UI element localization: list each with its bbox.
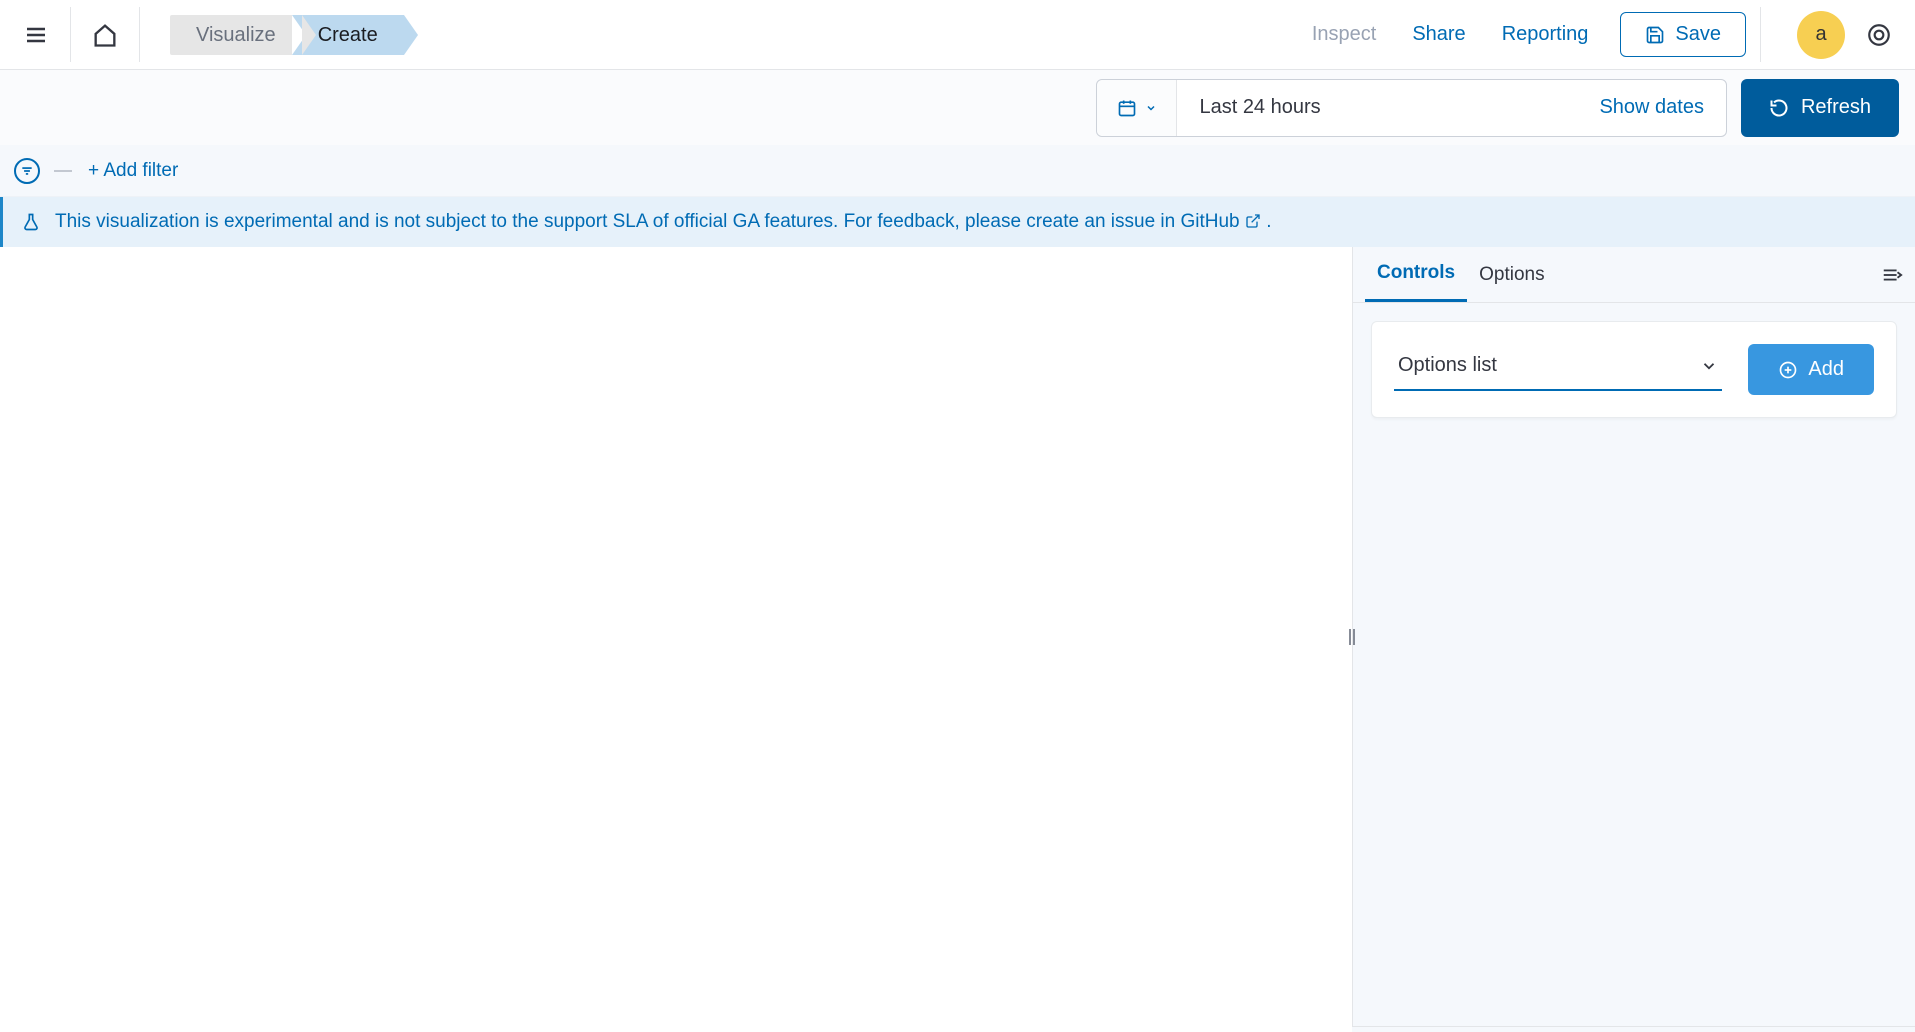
add-control-button[interactable]: Add	[1748, 344, 1874, 395]
divider	[54, 170, 72, 172]
breadcrumb: Visualize Create	[170, 0, 404, 69]
refresh-button[interactable]: Refresh	[1741, 79, 1899, 137]
select-value: Options list	[1398, 354, 1497, 377]
news-icon[interactable]	[1859, 15, 1899, 55]
visualization-canvas	[0, 247, 1352, 1026]
divider	[70, 7, 71, 62]
time-picker[interactable]: Last 24 hours Show dates	[1096, 79, 1727, 137]
show-dates-button[interactable]: Show dates	[1577, 96, 1726, 119]
save-label: Save	[1675, 23, 1721, 46]
chevron-down-icon	[1700, 357, 1718, 375]
tab-options[interactable]: Options	[1467, 247, 1556, 302]
refresh-icon	[1769, 98, 1789, 118]
menu-icon[interactable]	[16, 15, 56, 55]
breadcrumb-visualize[interactable]: Visualize	[170, 15, 302, 55]
add-label: Add	[1808, 358, 1844, 381]
time-range-label: Last 24 hours	[1177, 96, 1577, 119]
callout-text: This visualization is experimental and i…	[55, 211, 1245, 232]
callout-period: .	[1266, 211, 1271, 232]
chevron-down-icon	[1145, 102, 1157, 114]
home-icon[interactable]	[85, 15, 125, 55]
control-panel: Options list Add	[1371, 321, 1897, 418]
panel-resizer[interactable]	[1342, 247, 1362, 1026]
filter-menu-icon[interactable]	[14, 158, 40, 184]
share-button[interactable]: Share	[1394, 23, 1483, 46]
avatar[interactable]: a	[1797, 11, 1845, 59]
beaker-icon	[21, 212, 41, 232]
inspect-button[interactable]: Inspect	[1294, 23, 1394, 46]
experimental-callout: This visualization is experimental and i…	[0, 197, 1915, 247]
save-icon	[1645, 25, 1665, 45]
tab-controls[interactable]: Controls	[1365, 247, 1467, 302]
refresh-label: Refresh	[1801, 96, 1871, 119]
save-button[interactable]: Save	[1620, 12, 1746, 57]
divider	[1760, 7, 1761, 62]
divider	[139, 7, 140, 62]
control-type-select[interactable]: Options list	[1394, 348, 1722, 391]
collapse-panel-icon[interactable]	[1881, 264, 1903, 286]
plus-circle-icon	[1778, 360, 1798, 380]
add-filter-button[interactable]: + Add filter	[88, 160, 178, 182]
reporting-button[interactable]: Reporting	[1484, 23, 1607, 46]
calendar-icon[interactable]	[1097, 80, 1177, 136]
external-link-icon[interactable]	[1245, 213, 1261, 229]
